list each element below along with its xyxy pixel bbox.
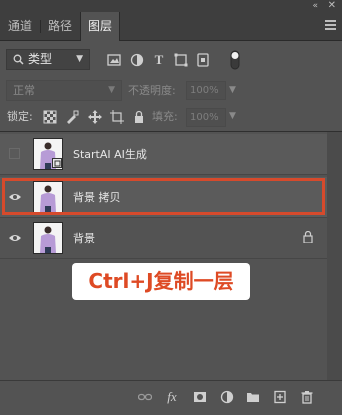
lock-icon[interactable]	[303, 231, 313, 243]
callout-text: Ctrl+J复制一层	[88, 269, 234, 293]
blend-mode-value: 正常	[13, 84, 35, 97]
trash-icon[interactable]	[300, 390, 314, 404]
lock-pixels-icon[interactable]	[65, 110, 79, 124]
callout-label: Ctrl+J复制一层	[72, 263, 250, 300]
close-icon[interactable]: ✕	[328, 0, 336, 12]
filter-kind-label: 类型	[28, 52, 53, 66]
type-layer-filter-icon[interactable]: T	[152, 53, 166, 67]
tab-layers[interactable]: 图层	[80, 12, 120, 41]
layers-scrollbar[interactable]	[327, 132, 342, 380]
blend-row: 正常 ▼ 不透明度: 100% ▼	[0, 78, 342, 104]
adjustment-layer-filter-icon[interactable]	[130, 53, 144, 67]
new-group-icon[interactable]	[246, 390, 260, 404]
lock-all-icon[interactable]	[132, 110, 146, 124]
chevron-down-icon: ▼	[76, 54, 83, 64]
bottom-toolbar: fx	[0, 380, 342, 415]
layers-panel: « ✕ 通道 路径 图层 类型 ▼ T 正常 ▼ 不透明度: 100% ▼ 锁定…	[0, 0, 342, 415]
panel-top-strip: « ✕	[0, 0, 342, 12]
tab-divider	[40, 20, 41, 33]
layer-thumbnail	[33, 222, 63, 254]
chevron-down-icon: ▼	[108, 85, 115, 95]
new-adjustment-layer-icon[interactable]	[220, 390, 234, 404]
pixel-layer-filter-icon[interactable]	[107, 53, 121, 67]
visibility-checkbox[interactable]	[9, 148, 20, 159]
selection-highlight-box	[2, 178, 325, 215]
tab-channels[interactable]: 通道	[4, 12, 36, 40]
divider	[0, 131, 342, 132]
fill-input[interactable]: 100%	[186, 108, 226, 127]
figure-thumbnail-icon	[34, 223, 62, 253]
tab-paths[interactable]: 路径	[44, 12, 76, 40]
blend-mode-select[interactable]: 正常 ▼	[6, 80, 122, 101]
filter-kind-select[interactable]: 类型 ▼	[6, 49, 90, 70]
lock-label: 锁定:	[7, 110, 33, 123]
lock-artboard-icon[interactable]	[110, 110, 124, 124]
layer-name[interactable]: StartAI AI生成	[73, 134, 147, 175]
opacity-label: 不透明度:	[128, 84, 176, 97]
lock-transparency-icon[interactable]	[43, 110, 57, 124]
chevron-down-icon[interactable]: ▼	[229, 80, 236, 101]
panel-tabs: 通道 路径 图层	[0, 12, 342, 41]
panel-menu-icon[interactable]	[325, 20, 336, 32]
layer-name[interactable]: 背景	[73, 218, 95, 259]
opacity-input[interactable]: 100%	[186, 81, 226, 100]
fx-icon[interactable]: fx	[165, 390, 179, 404]
layer-row-startai[interactable]: StartAI AI生成	[0, 134, 327, 175]
eye-icon[interactable]	[9, 232, 21, 244]
link-layers-icon[interactable]	[138, 390, 152, 404]
shape-layer-filter-icon[interactable]	[174, 53, 188, 67]
fill-label: 填充:	[152, 110, 178, 123]
collapse-icon[interactable]: «	[312, 0, 318, 12]
lock-position-icon[interactable]	[88, 110, 102, 124]
lock-row: 锁定: 填充: 100% ▼	[0, 104, 342, 130]
search-icon	[13, 54, 24, 65]
smart-object-badge-icon	[52, 158, 62, 168]
layer-row-background[interactable]: 背景	[0, 218, 327, 259]
filter-row: 类型 ▼ T	[0, 41, 342, 77]
chevron-down-icon[interactable]: ▼	[229, 106, 236, 127]
filter-toggle-icon[interactable]	[230, 50, 240, 70]
add-mask-icon[interactable]	[193, 390, 207, 404]
smart-object-filter-icon[interactable]	[196, 53, 210, 67]
new-layer-icon[interactable]	[273, 390, 287, 404]
